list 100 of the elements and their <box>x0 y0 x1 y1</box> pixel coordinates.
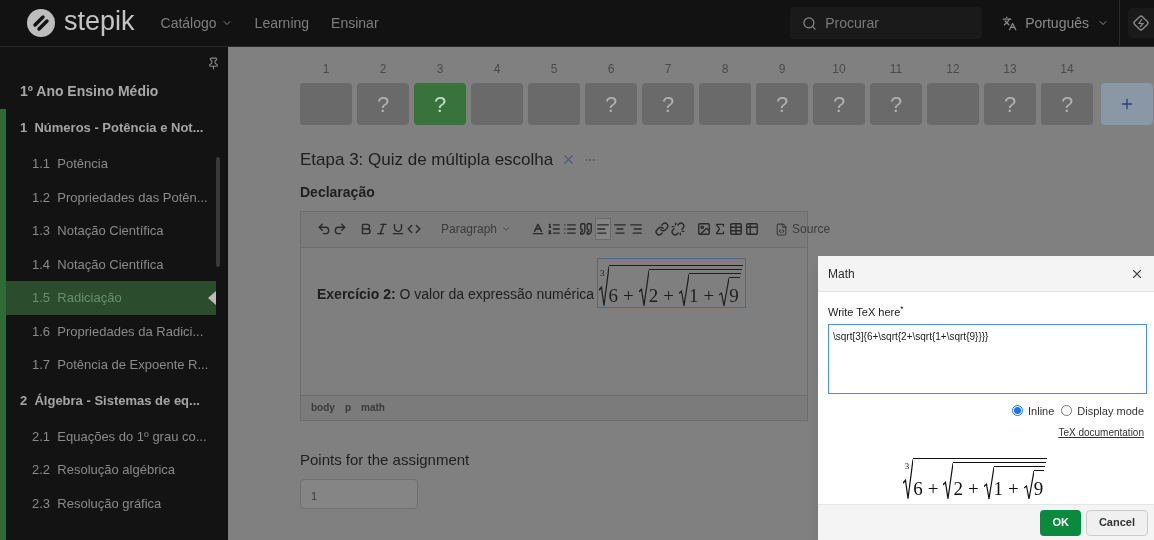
statement-text: Exercício 2: O valor da expressão numérica <box>317 284 595 304</box>
lesson-item[interactable]: 2.1 Equações do 1º grau co... <box>6 419 216 453</box>
radical-sign <box>598 264 609 307</box>
image-icon <box>697 222 712 236</box>
numbered-list-icon <box>547 222 562 236</box>
underline-icon <box>391 222 405 236</box>
element-path-item[interactable]: body <box>311 400 335 415</box>
element-path-item[interactable]: p <box>344 400 351 415</box>
nav-link[interactable]: Learning <box>254 12 310 34</box>
lesson-item[interactable]: 1.4 Notação Científica <box>6 247 216 281</box>
pin-icon <box>207 57 220 70</box>
cancel-button[interactable]: Cancel <box>1085 509 1148 536</box>
link-icon <box>655 222 670 236</box>
step-tile[interactable]: ? <box>585 83 637 125</box>
radical-sign <box>943 462 954 500</box>
step-tile[interactable]: ? <box>813 83 865 125</box>
step-tile[interactable]: ? <box>1041 83 1093 125</box>
italic-icon <box>375 222 389 236</box>
math-term: 1 <box>689 284 699 307</box>
lesson-item[interactable]: 2.3 Resolução gráfica <box>6 486 216 520</box>
lesson-item[interactable]: 1.5 Radiciação <box>6 281 216 315</box>
step-tile[interactable]: ? <box>414 83 466 125</box>
math-term: + <box>663 284 674 307</box>
align-left-icon <box>596 222 611 236</box>
step-tile[interactable]: ? <box>984 83 1036 125</box>
step-tile[interactable]: ? <box>870 83 922 125</box>
diamond-icon <box>1132 14 1150 32</box>
math-term: 1 <box>993 478 1004 500</box>
dialog-title: Math <box>828 265 855 283</box>
math-term: + <box>967 478 979 500</box>
math-term: 2 <box>953 478 963 500</box>
text-color-icon <box>531 222 546 236</box>
code-file-icon <box>775 222 789 236</box>
lesson-item[interactable]: 1.3 Notação Científica <box>6 214 216 248</box>
radical-sign <box>1023 470 1034 500</box>
nav-link[interactable]: Catálogo <box>160 12 233 34</box>
ok-button[interactable]: OK <box>1040 509 1081 536</box>
radical-sign <box>903 458 914 500</box>
align-right-icon <box>629 222 644 236</box>
lesson-item[interactable]: 1.2 Propriedades das Potên... <box>6 180 216 214</box>
step-title: Etapa 3: Quiz de múltipla escolha <box>300 149 554 171</box>
logo-text: stepik <box>64 7 135 35</box>
bullet-list-icon <box>563 222 578 236</box>
points-label: Points for the assignment <box>300 449 470 470</box>
search-icon <box>802 15 818 31</box>
align-left-button[interactable] <box>595 218 612 240</box>
math-term: 9 <box>1033 478 1044 500</box>
radical-sign <box>638 268 649 307</box>
diamond-button[interactable] <box>1128 8 1154 38</box>
redo-icon <box>333 222 347 236</box>
points-field[interactable]: 1 <box>300 479 418 509</box>
math-term: + <box>623 284 634 307</box>
search-input[interactable]: Procurar <box>825 12 956 34</box>
table-icon <box>729 222 744 236</box>
bold-icon <box>359 222 373 236</box>
statement-label: Declaração <box>300 182 376 202</box>
quote-icon <box>579 222 594 236</box>
language-selector[interactable]: Português <box>1002 12 1109 34</box>
search-field[interactable]: Procurar <box>790 7 983 39</box>
tex-input[interactable]: \sqrt[3]{6+\sqrt{2+\sqrt{1+\sqrt{9}}}} <box>828 323 1147 394</box>
step-tile[interactable]: ? <box>357 83 409 125</box>
math-term: 2 <box>648 284 659 307</box>
lesson-item[interactable]: 1.6 Propriedades da Radici... <box>6 314 216 348</box>
pointer-icon <box>208 290 216 305</box>
caret-icon <box>501 224 512 234</box>
math-term: + <box>703 284 715 307</box>
step-tile[interactable]: ? <box>642 83 694 125</box>
paragraph-dropdown[interactable]: Paragraph <box>433 220 520 238</box>
align-center-icon <box>613 222 628 236</box>
course-title: 1º Ano Ensino Médio <box>20 82 159 101</box>
table-icon <box>745 222 760 236</box>
root-index: 3 <box>904 462 910 471</box>
lesson-item[interactable]: 1.7 Potência de Expoente R... <box>6 348 216 382</box>
math-term: + <box>1008 478 1019 500</box>
plus-icon <box>1119 96 1135 112</box>
lesson-item[interactable]: 2.2 Resolução algébrica <box>6 453 216 487</box>
math-term: 6 <box>608 284 619 307</box>
math-term: 6 <box>913 478 923 500</box>
math-term: 9 <box>729 284 739 307</box>
translate-icon <box>1002 15 1018 31</box>
math-formula[interactable]: 3 6 + 2 + 1 + 9 <box>597 257 746 308</box>
lesson-item[interactable]: 1.1 Potência <box>6 147 216 181</box>
radical-sign <box>983 466 994 500</box>
step-tile[interactable]: ? <box>756 83 808 125</box>
radio-label: Display mode <box>1077 403 1144 419</box>
documentation-link[interactable]: TeX documentation <box>1058 425 1144 440</box>
unlink-icon <box>671 222 686 236</box>
editor-content[interactable]: Exercício 2: O valor da expressão numérica 3 6 + 2 + 1 + 9 <box>301 247 807 395</box>
source-button[interactable]: Source <box>771 220 835 238</box>
logo-icon <box>26 8 56 38</box>
section-title[interactable]: 2 Álgebra - Sistemas de eq... <box>6 381 216 420</box>
code-icon <box>407 222 421 236</box>
field-label: Write TeX here$^{*}$ <box>828 304 905 320</box>
section-title[interactable]: 1 Números - Potência e Not... <box>6 109 216 147</box>
element-path-item[interactable]: math <box>361 400 385 415</box>
nav-link[interactable]: Ensinar <box>331 12 379 34</box>
radio-label: Inline <box>1028 403 1055 419</box>
root-index: 3 <box>600 268 605 278</box>
radical-sign <box>679 272 689 307</box>
math-term: + <box>927 478 939 500</box>
